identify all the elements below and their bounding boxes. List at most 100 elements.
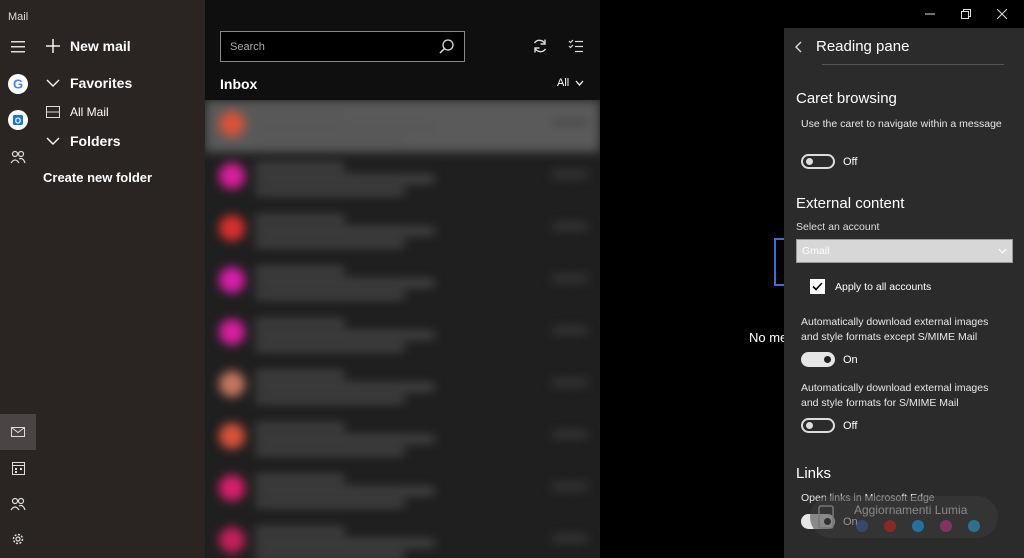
instagram-icon [940, 520, 952, 532]
sender-avatar [219, 111, 245, 137]
message-item[interactable] [205, 360, 600, 412]
account-select[interactable]: Gmail [796, 239, 1013, 263]
caret-browsing-toggle[interactable] [801, 154, 835, 169]
search-box[interactable] [220, 31, 465, 62]
message-text-line [255, 124, 435, 130]
list-header: Inbox All [205, 0, 600, 100]
watermark-text: Aggiornamenti Lumia [854, 503, 968, 517]
apply-all-accounts-row[interactable]: Apply to all accounts [810, 279, 931, 294]
message-date [552, 172, 588, 177]
google-icon: G [8, 74, 28, 94]
message-date [552, 224, 588, 229]
reading-area: No me [600, 0, 788, 558]
search-icon [439, 39, 454, 54]
message-text-line [255, 188, 405, 194]
message-text-line [255, 268, 345, 274]
chevron-down-icon [46, 79, 60, 87]
search-input[interactable] [230, 40, 430, 53]
apply-all-checkbox[interactable] [810, 279, 825, 294]
filter-dropdown[interactable]: All [557, 77, 584, 89]
sender-avatar [219, 475, 245, 501]
message-text-line [255, 280, 435, 286]
create-new-folder-link[interactable]: Create new folder [43, 170, 152, 185]
all-mail-label: All Mail [70, 105, 109, 119]
caret-browsing-desc: Use the caret to navigate within a messa… [801, 118, 1002, 130]
message-item[interactable] [205, 204, 600, 256]
message-item[interactable] [205, 152, 600, 204]
chevron-down-icon [998, 248, 1007, 254]
divider [822, 64, 1004, 65]
mail-nav-button[interactable] [0, 414, 36, 450]
message-item[interactable] [205, 256, 600, 308]
outlook-account-button[interactable]: O [0, 102, 36, 138]
message-item[interactable] [205, 308, 600, 360]
folders-toggle[interactable]: Folders [46, 133, 121, 149]
new-mail-button[interactable]: New mail [46, 38, 131, 54]
caret-browsing-toggle-row[interactable]: Off [801, 154, 857, 169]
back-arrow-icon[interactable] [794, 41, 802, 53]
message-text-line [255, 164, 345, 170]
message-date [552, 328, 588, 333]
people-nav-button[interactable] [0, 486, 36, 522]
checkmark-icon [812, 282, 823, 291]
plus-icon [46, 39, 60, 53]
message-text-line [255, 240, 405, 246]
svg-text:O: O [15, 117, 21, 126]
sender-avatar [219, 371, 245, 397]
sync-icon [533, 39, 547, 53]
selection-mode-button[interactable] [568, 39, 584, 58]
watermark: Aggiornamenti Lumia [810, 496, 998, 538]
filter-label: All [557, 77, 570, 89]
message-text-line [255, 320, 345, 326]
settings-nav-button[interactable] [0, 521, 36, 557]
empty-reading-text: No me [749, 330, 788, 345]
facebook-icon [856, 520, 868, 532]
google-account-button[interactable]: G [0, 66, 36, 102]
sender-avatar [219, 267, 245, 293]
folder-pane: New mail Favorites All Mail Folders Crea… [36, 0, 205, 558]
message-item[interactable] [205, 100, 600, 152]
minimize-icon [925, 13, 935, 15]
manage-accounts-button[interactable] [0, 139, 36, 175]
message-date [552, 432, 588, 437]
minimize-button[interactable] [920, 8, 940, 22]
smime-download-toggle[interactable] [801, 418, 835, 433]
message-text-line [255, 488, 435, 494]
sender-avatar [219, 423, 245, 449]
calendar-nav-button[interactable] [0, 450, 36, 486]
folders-label: Folders [70, 133, 121, 149]
message-list [205, 100, 600, 558]
message-text-line [255, 528, 345, 534]
sender-avatar [219, 215, 245, 241]
telegram-icon [968, 520, 980, 532]
restore-icon [961, 9, 971, 19]
favorites-toggle[interactable]: Favorites [46, 75, 132, 91]
inbox-title: Inbox [220, 76, 258, 92]
restore-button[interactable] [956, 8, 976, 22]
message-item[interactable] [205, 464, 600, 516]
message-item[interactable] [205, 516, 600, 558]
hamburger-icon [11, 41, 25, 53]
message-text-line [255, 552, 405, 558]
message-text-line [255, 136, 405, 142]
external-content-title: External content [796, 195, 905, 212]
message-list-pane: Inbox All [205, 0, 600, 558]
chevron-down-icon [575, 80, 584, 86]
smime-download-toggle-row[interactable]: Off [801, 418, 857, 433]
folder-item-all-mail[interactable]: All Mail [46, 105, 109, 119]
close-button[interactable] [992, 8, 1012, 22]
account-select-value: Gmail [802, 245, 830, 257]
sender-avatar [219, 163, 245, 189]
settings-title: Reading pane [816, 38, 910, 55]
message-text-line [255, 540, 435, 546]
message-text-line [255, 344, 405, 350]
message-item[interactable] [205, 412, 600, 464]
message-text-line [255, 384, 435, 390]
auto-download-toggle[interactable] [801, 352, 835, 367]
youtube-icon [884, 520, 896, 532]
hamburger-menu-button[interactable] [0, 29, 36, 65]
smime-download-state: Off [843, 419, 858, 432]
message-date [552, 484, 588, 489]
sync-button[interactable] [532, 38, 548, 59]
auto-download-toggle-row[interactable]: On [801, 352, 858, 367]
